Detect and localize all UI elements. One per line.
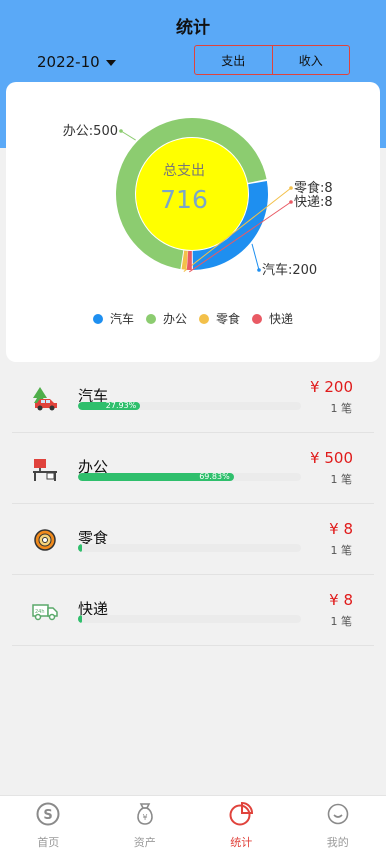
category-progress-track [78, 615, 301, 623]
legend-label: 办公 [162, 312, 187, 326]
tab-profile-smile[interactable]: 我的 [290, 796, 386, 852]
month-picker[interactable]: 2022-10 [37, 51, 116, 73]
tab-income[interactable]: 收入 [271, 46, 350, 74]
center-total-value: 716 [160, 185, 208, 214]
legend-dot [92, 313, 103, 324]
legend-dot [145, 313, 156, 324]
slice-leader-line-1 [120, 130, 136, 141]
car-tree-icon [31, 384, 59, 412]
category-row[interactable]: 24h 快递 ¥ 81 笔 [12, 575, 374, 646]
slice-leader-line-0 [251, 243, 260, 271]
category-count: 1 笔 [330, 473, 353, 486]
donut-chart: 汽车:200 办公:500 零食:8快递:8 总支出 716 [63, 117, 333, 278]
legend-item-1[interactable]: 办公 [145, 310, 187, 327]
legend-label: 汽车 [109, 312, 134, 326]
legend-item-3[interactable]: 快递 [252, 310, 293, 327]
delivery-truck-icon: 24h [31, 597, 59, 625]
tab-assets-bag[interactable]: ¥ 资产 [97, 796, 194, 852]
slice-label-3: 快递:8 [294, 195, 333, 210]
category-row[interactable]: 办公 69.83% ¥ 500 1 笔 [12, 433, 374, 504]
category-progress-fill: 69.83% [78, 473, 234, 481]
chart-legend: 汽车 办公 零食 快递 [6, 310, 380, 327]
slice-label-2: 零食:8 [294, 180, 333, 196]
category-count: 1 笔 [330, 402, 353, 415]
slice-leader-dot-2 [289, 186, 293, 190]
category-amount: ¥ 200 [310, 378, 353, 396]
tab-home-coin[interactable]: S 首页 [0, 796, 97, 852]
month-value: 2022-10 [37, 53, 100, 71]
snack-donut-icon [31, 526, 59, 554]
category-progress-track: 69.83% [78, 473, 301, 481]
category-amount: ¥ 8 [329, 520, 353, 538]
legend-item-0[interactable]: 汽车 [92, 310, 134, 327]
statistics-pie-icon [228, 801, 254, 831]
category-row[interactable]: 汽车 27.93% ¥ 200 1 笔 [12, 362, 374, 433]
svg-text:¥: ¥ [142, 813, 147, 822]
tab-statistics-pie[interactable]: 统计 [193, 796, 290, 852]
slice-leader-dot-1 [119, 129, 123, 133]
category-count: 1 笔 [330, 544, 353, 557]
slice-leader-dot-3 [289, 200, 293, 204]
category-row[interactable]: 零食 ¥ 81 笔 [12, 504, 374, 575]
caret-down-icon [105, 59, 116, 66]
profile-smile-icon [325, 801, 351, 831]
category-progress-fill [78, 544, 82, 552]
bottom-tab-bar: S 首页 ¥ 资产 统计 我的 [0, 795, 386, 852]
chart-card: 汽车:200 办公:500 零食:8 快递:8 总支出 716 汽车 办公 零食 快递 [6, 82, 380, 362]
category-list: 汽车 27.93% ¥ 200 1 笔办公 69.83% ¥ 500 1 笔零食 ¥ 81 笔… [12, 362, 374, 646]
tab-label: 首页 [37, 836, 60, 849]
expense-income-toggle[interactable]: 支出 收入 [194, 45, 350, 75]
tab-label: 统计 [230, 836, 253, 849]
tab-label: 我的 [326, 836, 349, 849]
slice-label-0: 汽车:200 [262, 262, 317, 278]
category-progress-fill [78, 615, 82, 623]
slice-leader-dot-0 [257, 268, 261, 272]
assets-bag-icon: ¥ [132, 801, 158, 831]
svg-text:S: S [44, 808, 53, 823]
legend-dot [252, 313, 263, 324]
category-progress-track [78, 544, 301, 552]
category-amount: ¥ 500 [310, 449, 353, 467]
svg-text:24h: 24h [35, 609, 45, 615]
legend-label: 快递 [269, 312, 294, 326]
category-amount: ¥ 8 [329, 591, 353, 609]
slice-label-1: 办公:500 [63, 124, 118, 139]
legend-label: 零食 [216, 312, 241, 326]
tab-label: 资产 [133, 836, 156, 849]
legend-dot [199, 313, 209, 324]
page-title: 统计 [176, 18, 210, 38]
category-progress-track: 27.93% [78, 402, 301, 410]
home-coin-icon: S [35, 801, 61, 831]
category-count: 1 笔 [330, 615, 353, 628]
office-desk-icon [31, 455, 59, 483]
tab-expense[interactable]: 支出 [195, 46, 272, 74]
center-label: 总支出 [163, 163, 205, 179]
legend-item-2[interactable]: 零食 [199, 310, 240, 327]
category-progress-fill: 27.93% [78, 402, 141, 410]
